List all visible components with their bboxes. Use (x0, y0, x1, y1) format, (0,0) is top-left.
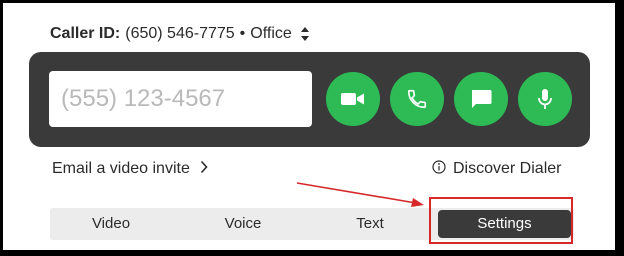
microphone-button[interactable] (518, 72, 572, 126)
dial-panel (29, 52, 590, 147)
voice-call-button[interactable] (390, 72, 444, 126)
phone-icon (407, 89, 427, 109)
chevron-right-icon (200, 160, 208, 179)
email-video-invite-label: Email a video invite (52, 160, 190, 177)
microphone-icon (538, 89, 552, 109)
dialer-widget: Caller ID: (650) 546-7775 • Office (555)… (3, 3, 617, 250)
tab-video[interactable]: Video (50, 208, 172, 240)
discover-dialer-link[interactable]: Discover Dialer (432, 158, 561, 180)
caller-id-separator: • (239, 25, 246, 42)
video-camera-icon (341, 93, 364, 105)
email-video-invite-link[interactable]: Email a video invite (52, 158, 208, 180)
caller-id-line-name: Office (250, 25, 292, 42)
up-down-chevron-icon[interactable] (300, 25, 310, 43)
caller-id-selector[interactable]: Caller ID: (650) 546-7775 • Office (50, 23, 310, 45)
tab-voice[interactable]: Voice (178, 208, 308, 240)
tab-text[interactable]: Text (308, 208, 432, 240)
tab-settings[interactable]: Settings (438, 210, 571, 238)
caller-id-label: Caller ID: (50, 25, 121, 42)
mode-tabs: Video Voice Text Settings (50, 208, 574, 240)
text-message-button[interactable] (454, 72, 508, 126)
phone-number-input[interactable] (49, 71, 312, 127)
discover-dialer-label: Discover Dialer (453, 160, 562, 177)
caller-id-number: (650) 546-7775 (125, 25, 235, 42)
message-bubble-icon (472, 90, 492, 108)
info-icon (432, 159, 446, 179)
video-call-button[interactable] (326, 72, 380, 126)
